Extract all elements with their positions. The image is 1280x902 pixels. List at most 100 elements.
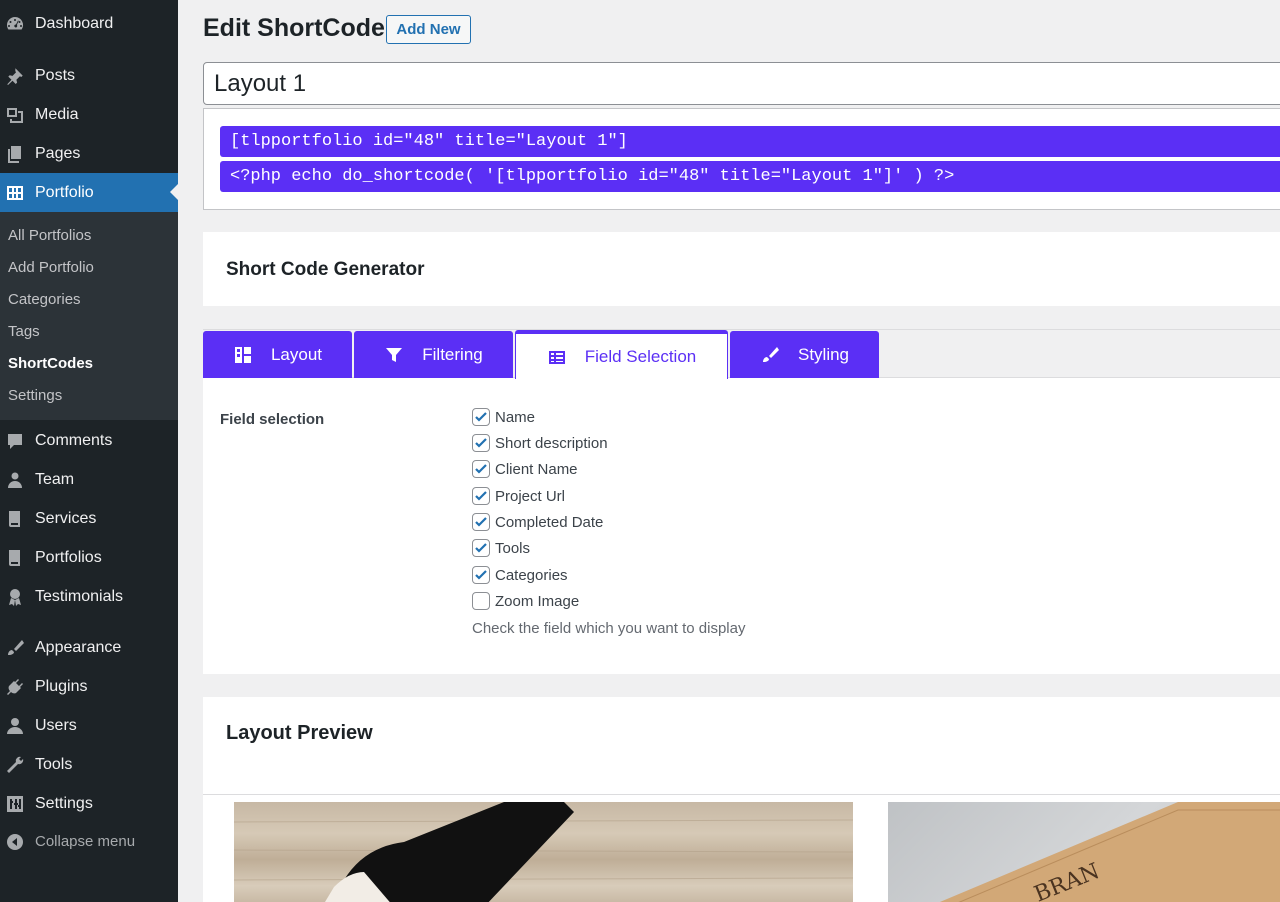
collapse-menu-button[interactable]: Collapse menu xyxy=(0,822,178,861)
book-icon xyxy=(5,509,25,529)
media-icon xyxy=(5,105,25,125)
field-checkbox-tools[interactable]: Tools xyxy=(472,538,530,558)
checkbox[interactable] xyxy=(472,460,490,478)
team-icon xyxy=(5,470,25,490)
submenu-categories[interactable]: Categories xyxy=(8,291,81,308)
checkmark-icon xyxy=(475,543,487,553)
tab-filtering[interactable]: Filtering xyxy=(354,331,513,378)
menu-item-portfolios[interactable]: Portfolios xyxy=(0,538,178,577)
menu-item-tools[interactable]: Tools xyxy=(0,745,178,784)
field-checkbox-completed-date[interactable]: Completed Date xyxy=(472,512,603,532)
page-title: Edit ShortCode xyxy=(203,14,385,42)
tab-label: Styling xyxy=(797,344,850,364)
preview-title: Layout Preview xyxy=(226,722,373,744)
divider xyxy=(203,794,1280,795)
field-checkbox-client-name[interactable]: Client Name xyxy=(472,459,578,479)
menu-label: Collapse menu xyxy=(35,833,136,850)
shortcode-generator-box: Short Code Generator xyxy=(203,232,1280,306)
menu-label: Portfolios xyxy=(35,548,102,566)
checkbox[interactable] xyxy=(472,592,490,610)
tab-layout[interactable]: Layout xyxy=(203,331,352,378)
menu-item-services[interactable]: Services xyxy=(0,499,178,538)
checkmark-icon xyxy=(475,517,487,527)
checkbox[interactable] xyxy=(472,539,490,557)
menu-item-team[interactable]: Team xyxy=(0,460,178,499)
sliders-icon xyxy=(5,794,25,814)
field-checkbox-zoom-image[interactable]: Zoom Image xyxy=(472,591,579,611)
menu-item-posts[interactable]: Posts xyxy=(0,56,178,95)
field-checkbox-short-description[interactable]: Short description xyxy=(472,433,608,453)
menu-item-comments[interactable]: Comments xyxy=(0,421,178,460)
collapse-icon xyxy=(5,832,25,852)
submenu-shortcodes[interactable]: ShortCodes xyxy=(8,355,93,372)
tablet-photo xyxy=(234,802,853,902)
dashboard-icon xyxy=(5,14,25,34)
submenu-settings[interactable]: Settings xyxy=(8,387,62,404)
php-shortcode-line[interactable]: <?php echo do_shortcode( '[tlpportfolio … xyxy=(220,161,1280,192)
checkmark-icon xyxy=(475,412,487,422)
main-content: Edit ShortCode Add New Layout 1 [tlpport… xyxy=(178,0,1280,902)
submenu-all-portfolios[interactable]: All Portfolios xyxy=(8,227,91,244)
menu-label: Settings xyxy=(35,794,93,812)
checkmark-icon xyxy=(475,438,487,448)
menu-label: Users xyxy=(35,716,77,734)
tab-label: Field Selection xyxy=(584,346,697,366)
portfolio-submenu: All Portfolios Add Portfolio Categories … xyxy=(0,212,178,420)
tab-label: Layout xyxy=(270,344,323,364)
menu-item-appearance[interactable]: Appearance xyxy=(0,628,178,667)
checkbox[interactable] xyxy=(472,487,490,505)
layout-preview-box: Layout Preview BRAN xyxy=(203,697,1280,902)
checkbox[interactable] xyxy=(472,434,490,452)
table-icon xyxy=(548,350,565,364)
filter-icon xyxy=(386,347,403,362)
post-title-input[interactable]: Layout 1 xyxy=(203,62,1280,105)
award-icon xyxy=(5,587,25,607)
field-checkbox-name[interactable]: Name xyxy=(472,407,535,427)
menu-item-plugins[interactable]: Plugins xyxy=(0,667,178,706)
add-new-button[interactable]: Add New xyxy=(386,15,471,44)
portfolio-grid-icon xyxy=(5,183,25,203)
checkmark-icon xyxy=(475,570,487,580)
brush-icon xyxy=(762,346,779,362)
plug-icon xyxy=(5,677,25,697)
wood-card-photo: BRAN xyxy=(939,802,1280,902)
menu-label: Posts xyxy=(35,66,76,84)
menu-item-settings[interactable]: Settings xyxy=(0,784,178,823)
checkbox[interactable] xyxy=(472,408,490,426)
field-checkbox-categories[interactable]: Categories xyxy=(472,565,568,585)
menu-label: Tools xyxy=(35,755,73,773)
menu-item-media[interactable]: Media xyxy=(0,95,178,134)
checkmark-icon xyxy=(475,491,487,501)
layout-icon xyxy=(234,346,251,363)
menu-label: Portfolio xyxy=(35,183,94,201)
wrench-icon xyxy=(5,755,25,775)
menu-label: Testimonials xyxy=(35,587,124,605)
tab-styling[interactable]: Styling xyxy=(730,331,879,378)
menu-label: Comments xyxy=(35,431,113,449)
shortcode-box: [tlpportfolio id="48" title="Layout 1"] … xyxy=(203,108,1280,210)
pin-icon xyxy=(5,66,25,86)
menu-label: Media xyxy=(35,105,79,123)
preview-image-tablet[interactable] xyxy=(234,802,853,902)
menu-item-dashboard[interactable]: Dashboard xyxy=(0,4,178,43)
tab-field-selection[interactable]: Field Selection xyxy=(515,330,728,379)
menu-item-testimonials[interactable]: Testimonials xyxy=(0,577,178,616)
checkbox[interactable] xyxy=(472,566,490,584)
submenu-tags[interactable]: Tags xyxy=(8,323,40,340)
tabs-bar: Layout Filtering Field Selection Styling xyxy=(203,330,1280,379)
field-selection-label: Field selection xyxy=(220,411,325,428)
shortcode-line[interactable]: [tlpportfolio id="48" title="Layout 1"] xyxy=(220,126,1280,157)
generator-title: Short Code Generator xyxy=(226,259,425,280)
checkbox[interactable] xyxy=(472,513,490,531)
preview-image-wood-card[interactable]: BRAN xyxy=(888,802,1280,902)
menu-item-portfolio[interactable]: Portfolio xyxy=(0,173,178,212)
submenu-add-portfolio[interactable]: Add Portfolio xyxy=(8,259,94,276)
menu-item-pages[interactable]: Pages xyxy=(0,134,178,173)
menu-item-users[interactable]: Users xyxy=(0,706,178,745)
comment-icon xyxy=(5,431,25,451)
menu-label: Team xyxy=(35,470,75,488)
brush-icon xyxy=(5,638,25,658)
menu-label: Dashboard xyxy=(35,14,114,32)
field-checkbox-project-url[interactable]: Project Url xyxy=(472,486,565,506)
admin-sidebar: Dashboard Posts Media Pages Portfolio Al… xyxy=(0,0,178,902)
